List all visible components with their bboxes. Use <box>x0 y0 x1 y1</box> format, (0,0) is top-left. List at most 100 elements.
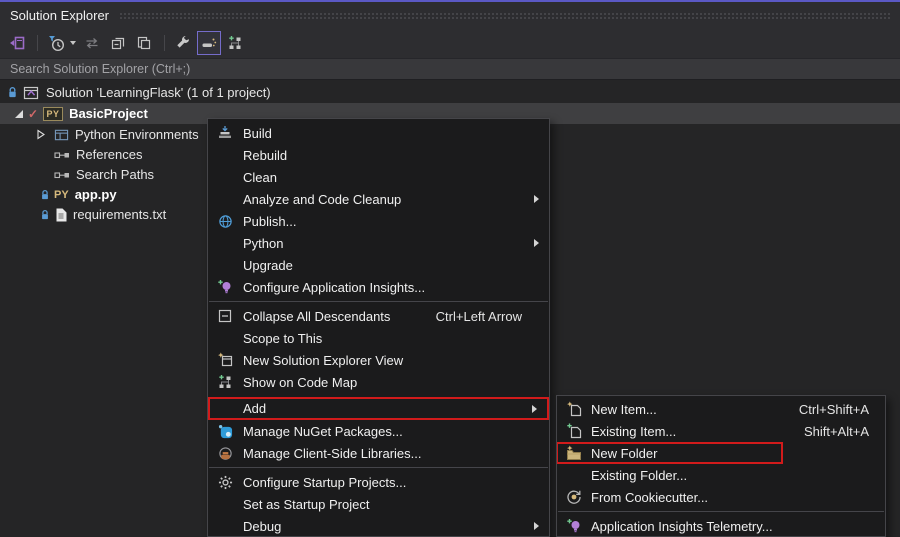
tree-row-solution[interactable]: Solution 'LearningFlask' (1 of 1 project… <box>0 82 900 103</box>
show-all-files-button[interactable] <box>132 31 156 55</box>
expander-expanded-icon[interactable] <box>13 108 24 119</box>
menu-item-configure-application-insights[interactable]: Configure Application Insights... <box>208 276 549 298</box>
add-to-code-map-button[interactable] <box>223 31 247 55</box>
lock-icon <box>7 86 18 99</box>
search-input[interactable]: Search Solution Explorer (Ctrl+;) <box>0 58 900 80</box>
properties-button[interactable] <box>171 31 195 55</box>
menu-item-label: Rebuild <box>243 148 287 163</box>
menu-item-shortcut: Ctrl+Left Arrow <box>436 309 522 324</box>
source-control-check-icon: ✓ <box>28 107 38 121</box>
menu-item-label: Existing Folder... <box>591 468 687 483</box>
toolbar-separator <box>37 35 38 51</box>
switch-views-icon <box>9 35 25 51</box>
menu-item-label: Configure Startup Projects... <box>243 475 406 490</box>
menu-item-label: Scope to This <box>243 331 322 346</box>
application-insights-icon <box>566 518 582 534</box>
tree-item-label: Python Environments <box>75 127 199 142</box>
panel-title: Solution Explorer <box>10 8 109 23</box>
menu-item-clean[interactable]: Clean <box>208 166 549 188</box>
menu-item-manage-nuget-packages[interactable]: Manage NuGet Packages... <box>208 420 549 442</box>
preview-selected-items-button[interactable] <box>197 31 221 55</box>
menu-item-label: Debug <box>243 519 281 534</box>
menu-item-label: Python <box>243 236 283 251</box>
menu-item-add[interactable]: Add <box>208 397 549 420</box>
menu-item-manage-client-side-libraries[interactable]: Manage Client-Side Libraries... <box>208 442 549 464</box>
properties-wrench-icon <box>175 35 191 51</box>
menu-item-label: Publish... <box>243 214 296 229</box>
menu-item-label: Clean <box>243 170 277 185</box>
submenu-arrow-icon <box>534 522 539 530</box>
references-icon <box>54 149 70 161</box>
menu-item-from-cookiecutter[interactable]: From Cookiecutter... <box>557 486 885 508</box>
menu-item-set-as-startup-project[interactable]: Set as Startup Project <box>208 493 549 515</box>
code-map-icon <box>217 374 233 390</box>
collapse-all-icon <box>110 35 126 51</box>
filter-dropdown-caret[interactable] <box>70 41 76 45</box>
menu-item-existing-item[interactable]: Existing Item... Shift+Alt+A <box>557 420 885 442</box>
menu-item-label: Add <box>243 401 266 416</box>
collapse-all-button[interactable] <box>106 31 130 55</box>
menu-item-existing-folder[interactable]: Existing Folder... <box>557 464 885 486</box>
tree-item-label: Search Paths <box>76 167 154 182</box>
lock-icon <box>40 209 50 221</box>
text-file-icon <box>55 208 67 222</box>
menu-item-label: New Item... <box>591 402 657 417</box>
python-file-icon: PY <box>54 189 69 201</box>
menu-item-new-item[interactable]: New Item... Ctrl+Shift+A <box>557 398 885 420</box>
menu-item-analyze-and-code-cleanup[interactable]: Analyze and Code Cleanup <box>208 188 549 210</box>
menu-item-label: Upgrade <box>243 258 293 273</box>
menu-item-label: Application Insights Telemetry... <box>591 519 773 534</box>
menu-item-label: Configure Application Insights... <box>243 280 425 295</box>
solution-icon <box>23 85 40 101</box>
expander-collapsed-icon[interactable] <box>35 129 46 140</box>
menu-item-rebuild[interactable]: Rebuild <box>208 144 549 166</box>
menu-item-collapse-all-descendants[interactable]: Collapse All Descendants Ctrl+Left Arrow <box>208 305 549 327</box>
menu-item-debug[interactable]: Debug <box>208 515 549 537</box>
menu-item-python[interactable]: Python <box>208 232 549 254</box>
menu-item-label: Manage NuGet Packages... <box>243 424 403 439</box>
menu-item-show-on-code-map[interactable]: Show on Code Map <box>208 371 549 393</box>
menu-item-upgrade[interactable]: Upgrade <box>208 254 549 276</box>
search-placeholder: Search Solution Explorer (Ctrl+;) <box>10 62 190 76</box>
toolbar-separator <box>164 35 165 51</box>
tree-item-label: app.py <box>75 187 117 202</box>
toolbar <box>0 28 900 58</box>
submenu-arrow-icon <box>532 405 537 413</box>
menu-item-label: New Solution Explorer View <box>243 353 403 368</box>
switch-views-button[interactable] <box>5 31 29 55</box>
new-item-icon <box>566 401 582 417</box>
menu-item-label: From Cookiecutter... <box>591 490 708 505</box>
python-project-badge: PY <box>43 107 63 121</box>
new-folder-icon <box>566 445 582 461</box>
menu-item-publish[interactable]: Publish... <box>208 210 549 232</box>
menu-separator <box>558 511 884 512</box>
collapse-all-descendants-icon <box>217 308 233 324</box>
submenu-arrow-icon <box>534 239 539 247</box>
build-icon <box>217 125 233 141</box>
sync-with-active-document-icon <box>84 35 100 51</box>
add-submenu: New Item... Ctrl+Shift+A Existing Item..… <box>556 395 886 537</box>
menu-item-build[interactable]: Build <box>208 122 549 144</box>
menu-item-label: New Folder <box>591 446 657 461</box>
menu-item-configure-startup-projects[interactable]: Configure Startup Projects... <box>208 471 549 493</box>
drag-grip[interactable] <box>119 11 892 20</box>
existing-item-icon <box>566 423 582 439</box>
preview-selected-items-icon <box>201 35 217 51</box>
menu-item-shortcut: Ctrl+Shift+A <box>799 402 869 417</box>
menu-item-new-folder[interactable]: New Folder <box>557 442 885 464</box>
menu-separator <box>209 467 548 468</box>
filter-pending-changes-button[interactable] <box>44 31 68 55</box>
menu-item-label: Build <box>243 126 272 141</box>
publish-icon <box>217 213 233 229</box>
menu-item-label: Show on Code Map <box>243 375 357 390</box>
sync-with-active-document-button[interactable] <box>80 31 104 55</box>
menu-item-new-solution-explorer-view[interactable]: New Solution Explorer View <box>208 349 549 371</box>
menu-item-scope-to-this[interactable]: Scope to This <box>208 327 549 349</box>
tree-item-label: requirements.txt <box>73 207 166 222</box>
search-paths-icon <box>54 169 70 181</box>
client-side-libraries-icon <box>217 445 233 461</box>
solution-label: Solution 'LearningFlask' (1 of 1 project… <box>46 85 271 100</box>
solution-explorer-panel: Solution Explorer <box>0 0 900 537</box>
gear-icon <box>217 474 233 490</box>
menu-item-application-insights-telemetry[interactable]: Application Insights Telemetry... <box>557 515 885 537</box>
